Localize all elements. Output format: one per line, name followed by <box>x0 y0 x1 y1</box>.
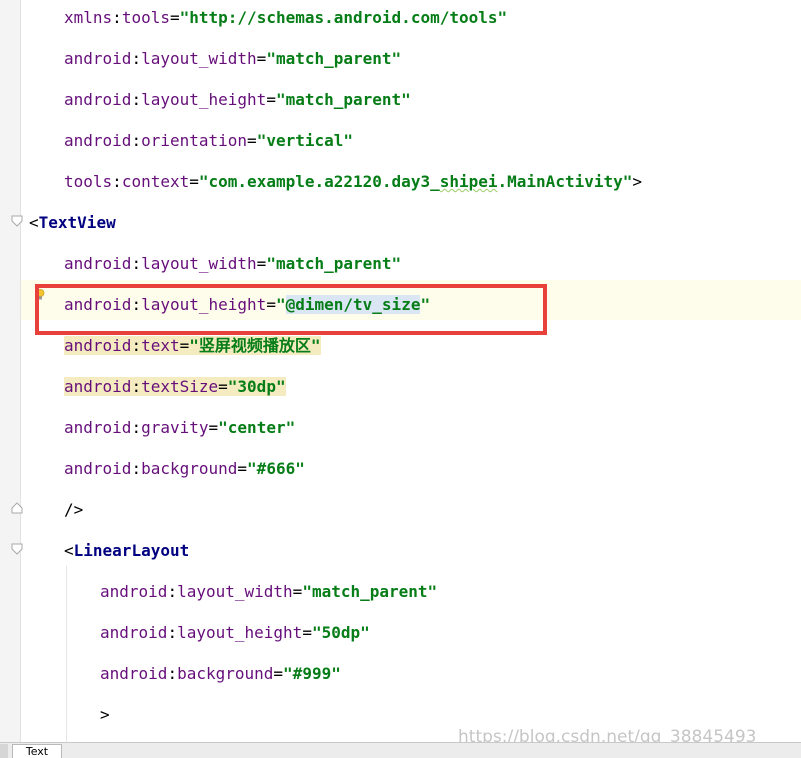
code-line[interactable]: /> <box>64 499 83 521</box>
tag-close: > <box>632 172 643 191</box>
code-line[interactable]: android:layout_height="50dp" <box>100 622 370 644</box>
code-line[interactable]: xmlns:tools="http://schemas.android.com/… <box>64 7 507 29</box>
tab-bar-edge <box>0 744 8 758</box>
code-line[interactable]: <LinearLayout <box>64 540 189 562</box>
annotation-highlight-box <box>35 284 547 335</box>
attr-name: orientation <box>141 131 248 150</box>
attr-value: "match_parent" <box>266 254 402 273</box>
code-line[interactable]: android:textSize="30dp" <box>64 376 286 398</box>
fold-marker-icon[interactable] <box>11 543 23 555</box>
highlighted-range: android:textSize="30dp" <box>64 377 286 396</box>
attr-value: .MainActivity" <box>497 172 633 191</box>
attr-name: background <box>141 459 238 478</box>
attr-namespace: android <box>64 90 132 109</box>
highlighted-range: android:text="竖屏视频播放区" <box>64 336 321 355</box>
attr-namespace: android <box>64 377 132 396</box>
attr-value: "#999" <box>283 664 341 683</box>
attr-namespace: android <box>64 131 132 150</box>
code-line[interactable]: android:background="#666" <box>64 458 305 480</box>
tab-text[interactable]: Text <box>12 744 62 758</box>
code-line[interactable]: android:orientation="vertical" <box>64 130 353 152</box>
attr-namespace: xmlns <box>64 8 113 27</box>
attr-namespace: android <box>64 459 132 478</box>
fold-end-marker-icon[interactable] <box>11 502 23 514</box>
attr-value: "#666" <box>247 459 305 478</box>
code-line[interactable]: android:gravity="center" <box>64 417 295 439</box>
code-line[interactable]: > <box>100 704 110 726</box>
indent-guide <box>66 566 67 742</box>
attr-namespace: android <box>100 623 168 642</box>
attr-namespace: android <box>64 49 132 68</box>
attr-value: "竖屏视频播放区" <box>189 336 321 355</box>
attr-name: text <box>141 336 180 355</box>
attr-name: layout_width <box>141 254 257 273</box>
attr-name: layout_height <box>177 623 303 642</box>
attr-name: layout_width <box>177 582 293 601</box>
attr-name: gravity <box>141 418 209 437</box>
attr-namespace: android <box>100 582 168 601</box>
code-line[interactable]: android:layout_width="match_parent" <box>100 581 437 603</box>
tag-close: /> <box>64 500 84 519</box>
attr-name: layout_width <box>141 49 257 68</box>
code-line[interactable]: android:text="竖屏视频播放区" <box>64 335 321 357</box>
editor-gutter <box>0 0 21 742</box>
attr-value: "http://schemas.android.com/tools" <box>179 8 508 27</box>
attr-name: layout_height <box>141 90 267 109</box>
attr-namespace: android <box>64 336 132 355</box>
tag-name: LinearLayout <box>73 541 190 560</box>
editor-tab-bar <box>0 742 801 758</box>
fold-marker-icon[interactable] <box>11 215 23 227</box>
code-line[interactable]: tools:context="com.example.a22120.day3_s… <box>64 171 642 193</box>
tag-close: > <box>100 705 110 724</box>
attr-name: textSize <box>141 377 219 396</box>
attr-value: "30dp" <box>227 377 286 396</box>
code-line[interactable]: android:background="#999" <box>100 663 341 685</box>
code-line[interactable]: android:layout_height="match_parent" <box>64 89 411 111</box>
attr-name: context <box>121 172 190 191</box>
attr-value: "match_parent" <box>302 582 438 601</box>
tag-name: TextView <box>38 213 116 232</box>
attr-namespace: android <box>64 254 132 273</box>
attr-namespace: android <box>64 418 132 437</box>
attr-value: "match_parent" <box>275 90 411 109</box>
code-line[interactable]: <TextView <box>29 212 116 234</box>
attr-value: "com.example.a22120.day3_ <box>198 172 440 191</box>
code-line[interactable]: android:layout_width="match_parent" <box>64 253 401 275</box>
attr-value: "50dp" <box>311 623 370 642</box>
attr-name: background <box>177 664 274 683</box>
attr-namespace: android <box>100 664 168 683</box>
spelling-warning[interactable]: shipei <box>440 172 498 191</box>
attr-value: "center" <box>218 418 296 437</box>
attr-namespace: tools <box>64 172 113 191</box>
code-line[interactable]: android:layout_width="match_parent" <box>64 48 401 70</box>
attr-value: "match_parent" <box>266 49 402 68</box>
attr-value: "vertical" <box>256 131 354 150</box>
attr-name: tools <box>121 8 170 27</box>
